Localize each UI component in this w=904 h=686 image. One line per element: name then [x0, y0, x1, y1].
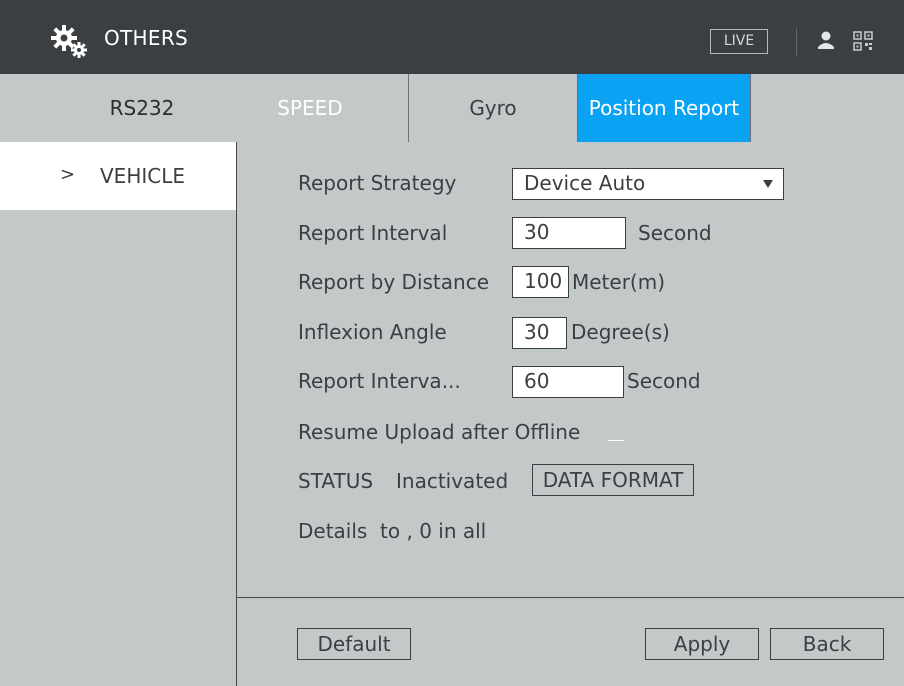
report-strategy-select[interactable]: Device Auto: [512, 168, 784, 200]
panel-divider-horizontal: [237, 597, 904, 598]
status-value: Inactivated: [396, 469, 509, 493]
tab-speed[interactable]: SPEED: [260, 74, 360, 142]
report-distance-label: Report by Distance: [298, 270, 489, 294]
page-title: OTHERS: [104, 26, 189, 50]
details-text: Details to , 0 in all: [298, 519, 487, 543]
inflexion-angle-unit: Degree(s): [571, 320, 670, 344]
tab-rs232[interactable]: RS232: [92, 74, 192, 142]
chevron-right-icon: >: [60, 164, 76, 185]
back-button[interactable]: Back: [770, 628, 884, 660]
top-header: OTHERS LIVE: [0, 0, 904, 74]
apply-button[interactable]: Apply: [645, 628, 759, 660]
tab-gyro[interactable]: Gyro: [408, 74, 578, 142]
data-format-button[interactable]: DATA FORMAT: [532, 464, 694, 496]
tab-divider: [750, 74, 751, 142]
sidebar: > VEHICLE: [0, 142, 236, 686]
report-strategy-value: Device Auto: [524, 171, 646, 195]
sidebar-item-label: VEHICLE: [100, 164, 185, 188]
dropdown-arrow-icon: [763, 180, 773, 188]
panel-divider-vertical: [236, 142, 237, 686]
report-interval-2-input[interactable]: 60: [512, 366, 624, 398]
tab-bar: RS232 SPEED Gyro Position Report: [0, 74, 904, 142]
report-interval-2-unit: Second: [627, 369, 701, 393]
inflexion-angle-input[interactable]: 30: [512, 317, 567, 349]
default-button[interactable]: Default: [297, 628, 411, 660]
header-divider: [796, 28, 797, 56]
status-label: STATUS: [298, 469, 374, 493]
resume-upload-checkbox[interactable]: [608, 440, 624, 441]
gear-icon: [51, 25, 87, 58]
tab-position-report[interactable]: Position Report: [578, 74, 750, 142]
user-icon[interactable]: [817, 30, 835, 50]
report-interval-input[interactable]: 30: [512, 217, 626, 249]
inflexion-angle-label: Inflexion Angle: [298, 320, 447, 344]
report-interval-label: Report Interval: [298, 221, 448, 245]
live-button[interactable]: LIVE: [710, 29, 768, 54]
sidebar-item-vehicle[interactable]: > VEHICLE: [0, 142, 236, 210]
report-interval-2-label: Report Interva...: [298, 369, 461, 393]
resume-upload-label: Resume Upload after Offline: [298, 420, 581, 444]
report-distance-input[interactable]: 100: [512, 266, 569, 298]
qr-icon[interactable]: [853, 31, 873, 51]
report-strategy-label: Report Strategy: [298, 171, 457, 195]
report-interval-unit: Second: [638, 221, 712, 245]
report-distance-unit: Meter(m): [572, 270, 666, 294]
